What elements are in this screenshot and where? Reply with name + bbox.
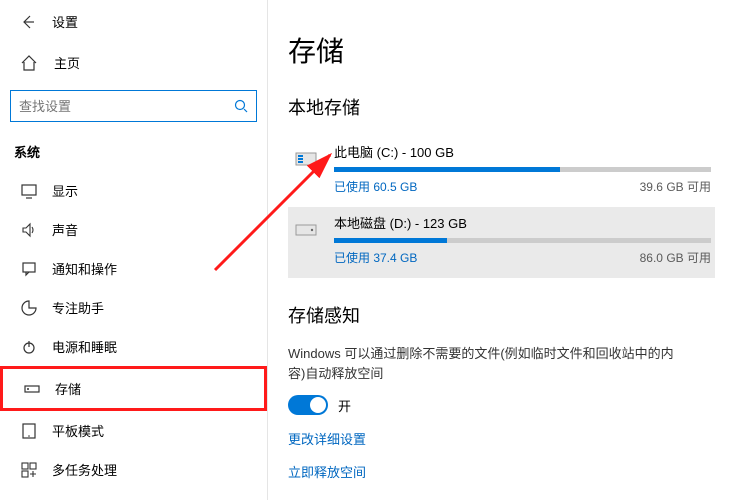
storage-sense-desc: Windows 可以通过删除不需要的文件(例如临时文件和回收站中的内容)自动释放… (288, 344, 688, 383)
drive-c-icon (292, 144, 320, 172)
search-icon (234, 99, 248, 113)
change-details-link[interactable]: 更改详细设置 (288, 429, 715, 448)
home-row[interactable]: 主页 (0, 45, 267, 86)
nav-display[interactable]: 显示 (0, 171, 267, 210)
storage-sense-toggle-row: 开 (288, 395, 715, 415)
nav-label: 声音 (52, 220, 78, 239)
focus-icon (20, 299, 38, 317)
power-icon (20, 338, 38, 356)
notification-icon (20, 260, 38, 278)
storage-sense-title: 存储感知 (288, 302, 715, 328)
nav-focus[interactable]: 专注助手 (0, 288, 267, 327)
nav-label: 存储 (55, 379, 81, 398)
nav-storage[interactable]: 存储 (0, 366, 267, 411)
display-icon (20, 182, 38, 200)
nav-label: 多任务处理 (52, 460, 117, 479)
drive-c-row[interactable]: 此电脑 (C:) - 100 GB 已使用 60.5 GB 39.6 GB 可用 (288, 136, 715, 207)
back-row[interactable]: 设置 (0, 8, 267, 45)
storage-icon (23, 380, 41, 398)
drive-c-info: 此电脑 (C:) - 100 GB 已使用 60.5 GB 39.6 GB 可用 (334, 142, 711, 195)
tablet-icon (20, 422, 38, 440)
drive-c-bar (334, 167, 711, 172)
drive-c-used[interactable]: 已使用 60.5 GB (334, 178, 417, 195)
nav-label: 显示 (52, 181, 78, 200)
home-icon (20, 54, 38, 72)
drive-c-free: 39.6 GB 可用 (640, 178, 711, 195)
storage-sense-toggle[interactable] (288, 395, 328, 415)
settings-label: 设置 (52, 12, 78, 31)
nav-label: 电源和睡眠 (52, 337, 117, 356)
back-arrow-icon (20, 14, 36, 30)
nav-tablet[interactable]: 平板模式 (0, 411, 267, 450)
nav-power[interactable]: 电源和睡眠 (0, 327, 267, 366)
nav-sound[interactable]: 声音 (0, 210, 267, 249)
nav-label: 通知和操作 (52, 259, 117, 278)
search-box[interactable] (10, 90, 257, 122)
local-storage-title: 本地存储 (288, 94, 715, 120)
page-title: 存储 (288, 30, 715, 70)
nav-label: 专注助手 (52, 298, 104, 317)
sound-icon (20, 221, 38, 239)
toggle-state-label: 开 (338, 396, 351, 415)
content-pane: 存储 本地存储 此电脑 (C:) - 100 GB 已使用 60.5 GB 39… (268, 0, 755, 500)
multitask-icon (20, 461, 38, 479)
nav-notifications[interactable]: 通知和操作 (0, 249, 267, 288)
drive-d-info: 本地磁盘 (D:) - 123 GB 已使用 37.4 GB 86.0 GB 可… (334, 213, 711, 266)
sidebar: 设置 主页 系统 显示 声音 通知和操作 专注助手 电源和睡眠 存储 (0, 0, 268, 500)
nav-label: 平板模式 (52, 421, 104, 440)
drive-d-icon (292, 215, 320, 243)
drive-d-used[interactable]: 已使用 37.4 GB (334, 249, 417, 266)
home-label: 主页 (54, 53, 80, 72)
free-now-link[interactable]: 立即释放空间 (288, 462, 715, 481)
drive-d-bar (334, 238, 711, 243)
section-title: 系统 (0, 136, 267, 171)
drive-c-name: 此电脑 (C:) - 100 GB (334, 142, 711, 161)
drive-d-row[interactable]: 本地磁盘 (D:) - 123 GB 已使用 37.4 GB 86.0 GB 可… (288, 207, 715, 278)
drive-d-name: 本地磁盘 (D:) - 123 GB (334, 213, 711, 232)
search-input[interactable] (19, 99, 234, 114)
drive-d-free: 86.0 GB 可用 (640, 249, 711, 266)
nav-multitask[interactable]: 多任务处理 (0, 450, 267, 489)
